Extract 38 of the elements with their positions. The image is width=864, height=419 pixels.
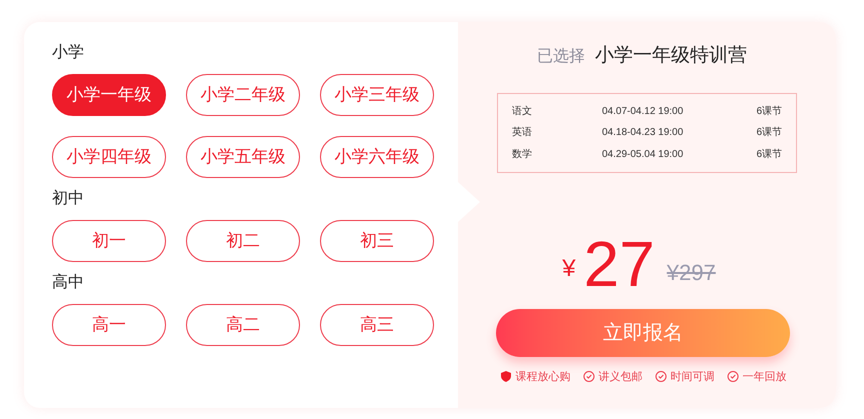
grade-button[interactable]: 初一: [52, 220, 166, 262]
grade-button[interactable]: 初三: [320, 220, 434, 262]
dates-cell-text: 04.07-04.12 19:00: [602, 104, 684, 118]
group-title: 初中: [52, 188, 85, 209]
price: 27: [584, 234, 655, 292]
subject-cell-text: 英语: [512, 126, 533, 140]
subject-cell-text: 语文: [512, 104, 533, 118]
group-title: 高中: [52, 272, 85, 293]
guarantee-label: 讲义包邮: [598, 370, 642, 384]
selected-label: 已选择: [537, 46, 585, 67]
group-title: 小学: [52, 42, 85, 63]
course-title: 小学一年级特训营: [595, 44, 747, 68]
grade-button[interactable]: 初二: [186, 220, 300, 262]
shield-icon: [500, 370, 512, 384]
grade-button[interactable]: 小学四年级: [52, 136, 166, 178]
grade-button[interactable]: 小学一年级: [52, 74, 166, 116]
check-circle-icon: [654, 370, 666, 384]
grade-button[interactable]: 高一: [52, 304, 166, 346]
grade-button[interactable]: 小学二年级: [186, 74, 300, 116]
original-price: ¥297: [666, 258, 716, 286]
dates-cell-text: 04.29-05.04 19:00: [602, 148, 684, 162]
grade-button[interactable]: 小学三年级: [320, 74, 434, 116]
lessons-cell-text: 6课节: [756, 104, 782, 118]
grade-button[interactable]: 高三: [320, 304, 434, 346]
lessons-cell-text: 6课节: [756, 126, 782, 140]
subject-cell-text: 数学: [512, 148, 533, 162]
grade-button[interactable]: 小学六年级: [320, 136, 434, 178]
guarantee-label: 一年回放: [742, 370, 786, 384]
guarantee-label: 时间可调: [670, 370, 714, 384]
enroll-button[interactable]: 立即报名: [496, 308, 790, 356]
grade-button[interactable]: 高二: [186, 304, 300, 346]
check-circle-icon: [726, 370, 738, 384]
guarantee-label: 课程放心购: [516, 370, 570, 384]
lessons-cell-text: 6课节: [756, 148, 782, 162]
check-circle-icon: [582, 370, 594, 384]
dates-cell-text: 04.18-04.23 19:00: [602, 126, 684, 140]
grade-button[interactable]: 小学五年级: [186, 136, 300, 178]
currency-symbol: ¥: [562, 254, 576, 284]
